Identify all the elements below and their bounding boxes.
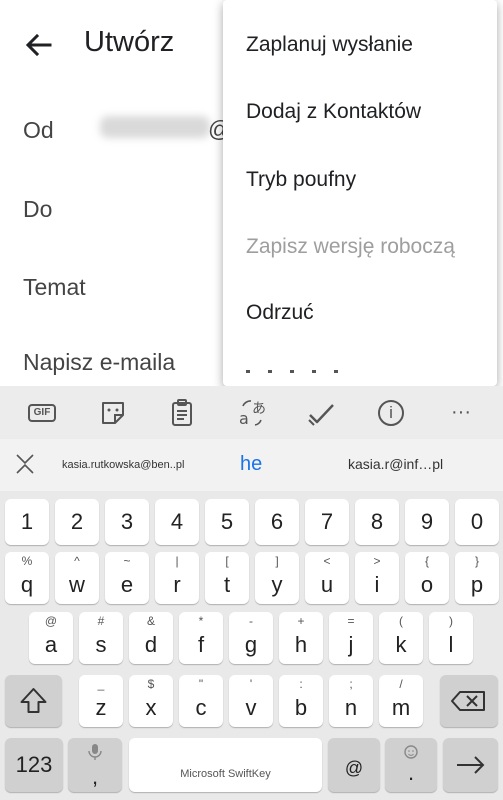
collapse-icon[interactable]	[14, 452, 36, 476]
key-u[interactable]: < u	[305, 552, 349, 604]
backspace-key[interactable]	[440, 675, 498, 727]
key-9[interactable]: 9	[405, 499, 449, 545]
back-arrow-icon[interactable]	[22, 28, 56, 62]
key-g[interactable]: -g	[229, 612, 273, 664]
more-icon[interactable]: ···	[444, 396, 478, 430]
shift-key[interactable]	[5, 675, 62, 727]
subject-placeholder: Temat	[23, 274, 86, 300]
key-d[interactable]: & d	[129, 612, 173, 664]
arrow-right-icon	[457, 756, 485, 774]
keyboard: 1 2 3 4 5 6 7 8 9 0 % q ^ w ~ e | r [t ] y < u…	[0, 491, 503, 800]
menu-item-save-draft: Zapisz wersję roboczą	[246, 235, 455, 258]
key-3[interactable]: 3	[105, 499, 149, 545]
gif-icon[interactable]: GIF	[25, 396, 59, 430]
sticker-icon[interactable]	[96, 396, 130, 430]
key-7[interactable]: 7	[305, 499, 349, 545]
key-4[interactable]: 4	[155, 499, 199, 545]
menu-item-schedule-send[interactable]: Zaplanuj wysłanie	[246, 33, 413, 57]
from-label: Od	[23, 117, 54, 143]
key-1[interactable]: 1	[5, 499, 49, 545]
microphone-icon	[88, 744, 102, 760]
key-b[interactable]: :b	[279, 675, 323, 727]
keyboard-toolbar: GIF aあ i ···	[0, 386, 503, 439]
key-e[interactable]: ~ e	[105, 552, 149, 604]
suggestion-left[interactable]: kasia.rutkowska@ben..pl	[62, 459, 184, 471]
key-i[interactable]: > i	[355, 552, 399, 604]
key-5[interactable]: 5	[205, 499, 249, 545]
key-s[interactable]: # s	[79, 612, 123, 664]
key-t[interactable]: [t	[205, 552, 249, 604]
key-x[interactable]: $ x	[129, 675, 173, 727]
info-icon[interactable]: i	[374, 396, 408, 430]
key-v[interactable]: ' v	[229, 675, 273, 727]
from-email-blurred	[100, 116, 210, 138]
key-a[interactable]: @ a	[29, 612, 73, 664]
shift-icon	[20, 688, 47, 713]
backspace-icon	[451, 691, 485, 711]
key-0[interactable]: 0	[455, 499, 499, 545]
symbols-key[interactable]: 123	[5, 738, 63, 792]
key-o[interactable]: {o	[405, 552, 449, 604]
key-m[interactable]: / m	[379, 675, 423, 727]
comma-key[interactable]: ,	[68, 738, 122, 792]
suggestion-bar: kasia.rutkowska@ben..pl he kasia.r@inf…p…	[0, 439, 503, 491]
key-k[interactable]: (k	[379, 612, 423, 664]
menu-more-items-hint	[246, 370, 356, 373]
overflow-menu: Zaplanuj wysłanie Dodaj z Kontaktów Tryb…	[223, 0, 497, 386]
translate-icon[interactable]: aあ	[235, 396, 269, 430]
key-f[interactable]: * f	[179, 612, 223, 664]
suggestion-center[interactable]: he	[240, 453, 262, 476]
key-r[interactable]: | r	[155, 552, 199, 604]
key-6[interactable]: 6	[255, 499, 299, 545]
menu-item-discard[interactable]: Odrzuć	[246, 301, 314, 325]
key-h[interactable]: + h	[279, 612, 323, 664]
key-p[interactable]: } p	[455, 552, 499, 604]
key-q[interactable]: % q	[5, 552, 49, 604]
menu-item-confidential-mode[interactable]: Tryb poufny	[246, 168, 356, 192]
check-icon[interactable]	[304, 396, 338, 430]
key-2[interactable]: 2	[55, 499, 99, 545]
key-c[interactable]: " c	[179, 675, 223, 727]
page-title: Utwórz	[84, 26, 175, 58]
enter-key[interactable]	[443, 738, 498, 792]
key-n[interactable]: ; n	[329, 675, 373, 727]
clipboard-icon[interactable]	[165, 396, 199, 430]
at-key[interactable]: @	[328, 738, 380, 792]
menu-item-add-from-contacts[interactable]: Dodaj z Kontaktów	[246, 100, 421, 124]
key-z[interactable]: _ z	[79, 675, 123, 727]
key-w[interactable]: ^ w	[55, 552, 99, 604]
svg-text:a: a	[239, 409, 249, 428]
key-y[interactable]: ] y	[255, 552, 299, 604]
svg-text:あ: あ	[252, 401, 266, 417]
space-key[interactable]: Microsoft SwiftKey	[129, 738, 322, 792]
emoji-icon	[404, 745, 418, 759]
suggestion-right[interactable]: kasia.r@inf…pl	[348, 456, 443, 472]
key-l[interactable]: ) l	[429, 612, 473, 664]
body-placeholder: Napisz e-maila	[23, 349, 176, 375]
key-8[interactable]: 8	[355, 499, 399, 545]
to-label: Do	[23, 196, 53, 222]
period-key[interactable]: .	[385, 738, 437, 792]
key-j[interactable]: = j	[329, 612, 373, 664]
